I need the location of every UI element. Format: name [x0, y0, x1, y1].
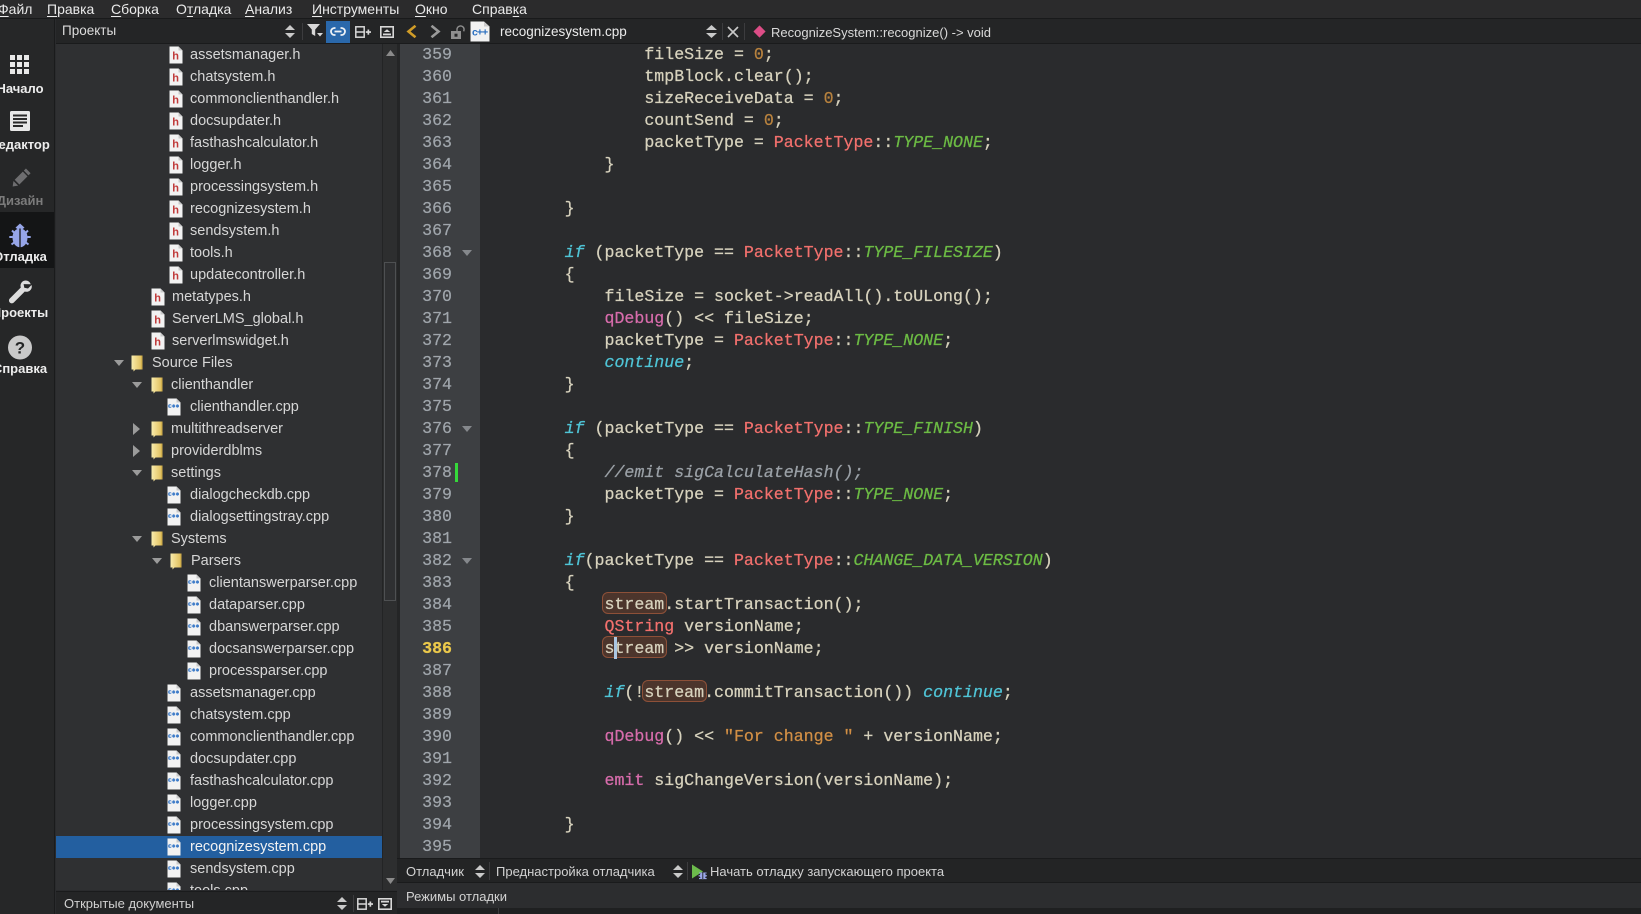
svg-text:h: h: [172, 51, 179, 63]
svg-text:h: h: [172, 249, 179, 261]
svg-text:h: h: [172, 227, 179, 239]
svg-text:h: h: [172, 271, 179, 283]
svg-text:h: h: [172, 117, 179, 129]
svg-text:h: h: [154, 293, 161, 305]
svg-text:?: ?: [15, 339, 25, 358]
svg-text:h: h: [154, 337, 161, 349]
svg-text:h: h: [172, 205, 179, 217]
svg-text:h: h: [172, 73, 179, 85]
svg-text:c++: c++: [472, 28, 488, 39]
svg-text:h: h: [172, 183, 179, 195]
svg-text:h: h: [172, 95, 179, 107]
svg-text:h: h: [172, 161, 179, 173]
svg-text:h: h: [154, 315, 161, 327]
svg-text:h: h: [172, 139, 179, 151]
